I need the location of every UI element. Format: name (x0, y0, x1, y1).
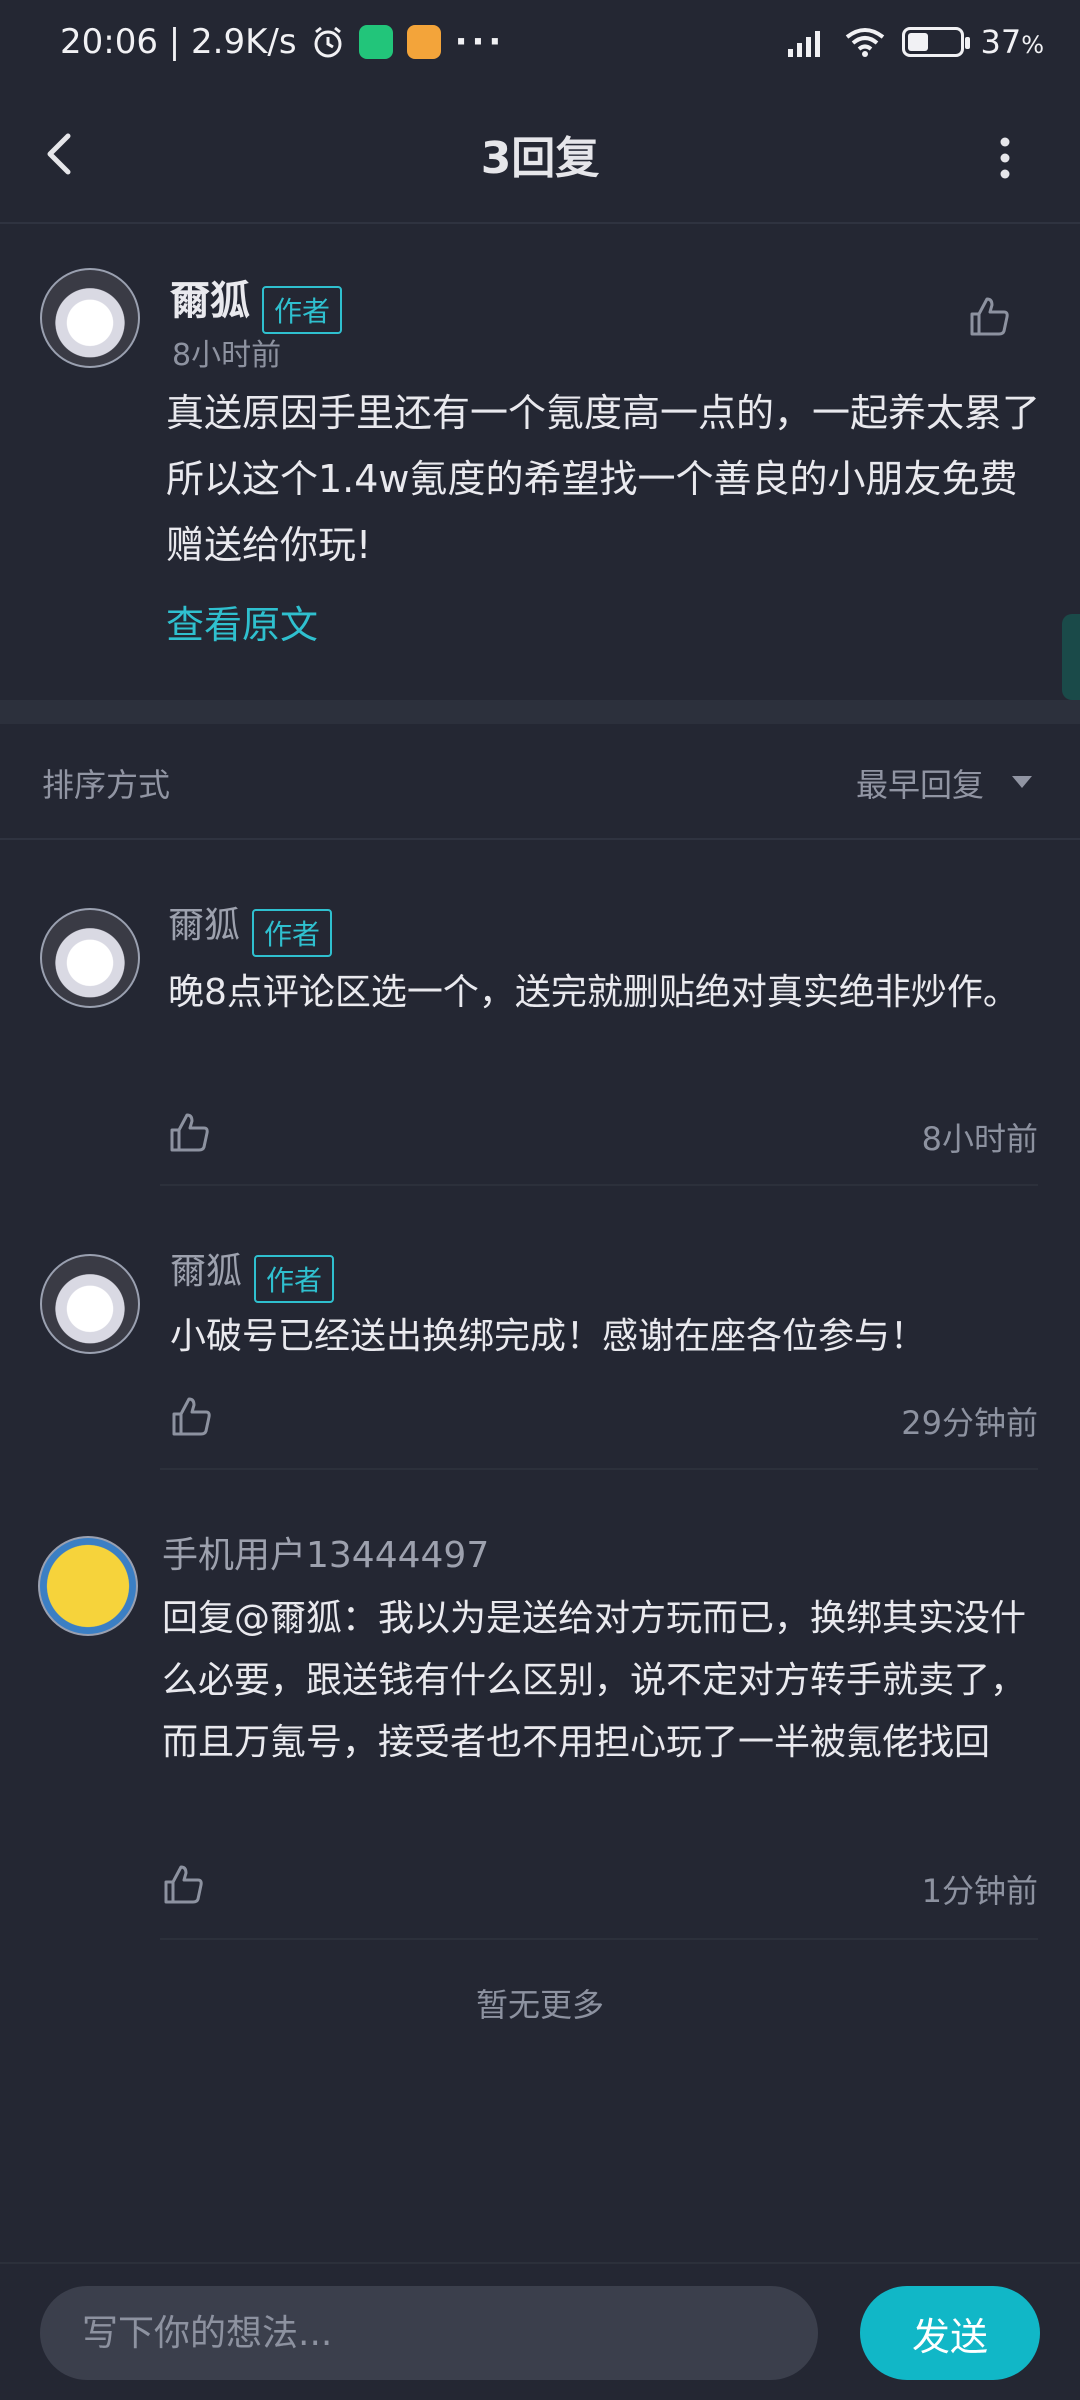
reply-author-name[interactable]: 爾狐 (168, 905, 240, 946)
like-icon[interactable] (168, 1110, 212, 1154)
sort-label: 排序方式 (42, 766, 171, 804)
status-bar: 20:06 | 2.9K/s ··· 37% (0, 0, 1080, 84)
reply-author-row: 爾狐 作者 (170, 1242, 335, 1303)
signal-icon (788, 31, 821, 57)
view-original-link[interactable]: 查看原文 (166, 594, 318, 649)
reply-item: 手机用户13444497 回复@爾狐：我以为是送给对方玩而已，换绑其实没什么必要… (0, 1470, 1080, 1940)
comment-input[interactable] (40, 2286, 818, 2380)
battery-percent: 37% (980, 23, 1044, 61)
avatar[interactable] (40, 268, 140, 368)
alarm-icon (314, 26, 342, 58)
avatar[interactable] (40, 1254, 140, 1354)
battery-icon (902, 27, 971, 57)
reply-item: 爾狐 作者 晚8点评论区选一个，送完就删贴绝对真实绝非炒作。 8小时前 (0, 840, 1080, 1184)
side-handle[interactable] (1062, 614, 1080, 700)
reply-content: 小破号已经送出换绑完成！感谢在座各位参与！ (170, 1316, 927, 1357)
sort-bar: 排序方式 最早回复 (0, 724, 1080, 840)
reply-author-name[interactable]: 爾狐 (170, 1251, 242, 1292)
author-badge: 作者 (254, 1254, 335, 1303)
status-time-speed: 20:06 | 2.9K/s (60, 22, 297, 62)
post-author-row: 爾狐 作者 (170, 268, 343, 334)
main-post: 爾狐 作者 8小时前 真送原因手里还有一个氪度高一点的，一起养太累了所以这个1.4… (0, 224, 1080, 700)
author-badge: 作者 (252, 908, 333, 957)
section-divider (0, 700, 1080, 724)
reply-time: 1分钟前 (921, 1872, 1038, 1910)
post-time: 8小时前 (172, 338, 282, 373)
wifi-icon (846, 28, 885, 57)
more-vertical-icon[interactable] (990, 128, 1020, 188)
reply-item: 爾狐 作者 小破号已经送出换绑完成！感谢在座各位参与！ 29分钟前 (0, 1186, 1080, 1468)
page-title: 3回复 (480, 133, 600, 184)
author-badge: 作者 (262, 285, 343, 334)
author-name[interactable]: 爾狐 (170, 278, 250, 324)
reply-divider (160, 1938, 1038, 1940)
sort-option-dropdown[interactable]: 最早回复 (856, 760, 984, 806)
avatar[interactable] (40, 908, 140, 1008)
shield-app-icon (358, 25, 393, 59)
like-icon[interactable] (170, 1394, 214, 1438)
nav-header: 3回复 (0, 84, 1080, 224)
no-more-text: 暂无更多 (475, 1986, 604, 2024)
reply-content: 晚8点评论区选一个，送完就删贴绝对真实绝非炒作。 (168, 972, 1019, 1013)
post-content: 真送原因手里还有一个氪度高一点的，一起养太累了所以这个1.4w氪度的希望找一个善… (166, 391, 1041, 567)
comment-bar: 发送 (0, 2262, 1080, 2400)
reply-author-row: 爾狐 作者 (168, 896, 333, 957)
chat-app-icon (406, 25, 441, 59)
like-icon[interactable] (968, 294, 1012, 338)
more-notifications-icon: ··· (454, 22, 506, 62)
reply-time: 8小时前 (921, 1120, 1038, 1158)
reply-time: 29分钟前 (901, 1404, 1038, 1442)
chevron-down-icon[interactable] (1010, 774, 1034, 790)
like-icon[interactable] (162, 1862, 206, 1906)
reply-content: 回复@爾狐：我以为是送给对方玩而已，换绑其实没什么必要，跟送钱有什么区别，说不定… (162, 1598, 1027, 1763)
send-button[interactable]: 发送 (860, 2286, 1040, 2380)
reply-author-name[interactable]: 手机用户13444497 (162, 1526, 489, 1578)
avatar[interactable] (38, 1536, 138, 1636)
